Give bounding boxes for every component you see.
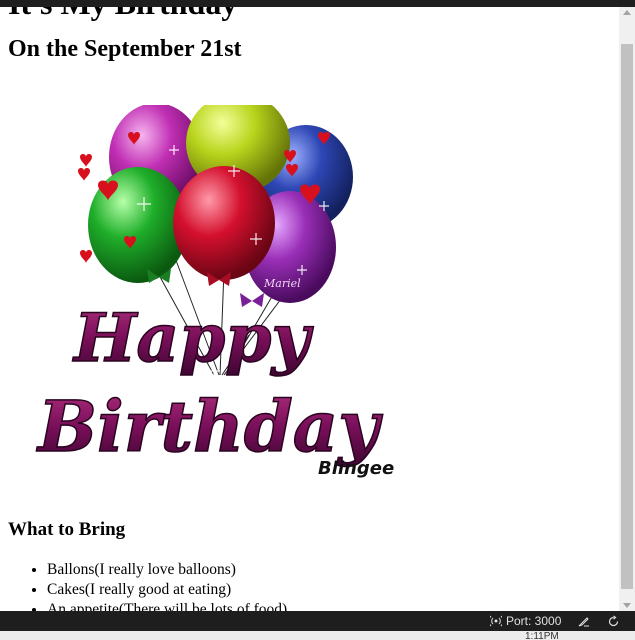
window-top-bar (0, 0, 635, 7)
birthday-image: Mariel Happy Birthday Blingee (24, 93, 424, 495)
document-content: It's My Birthday On the September 21st (8, 7, 608, 611)
list-item: Ballons(I really love balloons) (47, 560, 287, 580)
broadcast-icon (490, 615, 502, 627)
happy-text: Happy (72, 299, 314, 377)
bring-list: Ballons(I really love balloons) Cakes(I … (8, 560, 287, 611)
feedback-icon (578, 616, 589, 626)
list-item: An appetite(There will be lots of food) (47, 600, 287, 611)
scrollbar-thumb[interactable] (621, 44, 633, 589)
vertical-scrollbar[interactable] (619, 7, 635, 611)
blingee-logo: Blingee (318, 458, 394, 479)
port-status[interactable]: Port: 3000 (490, 611, 561, 631)
scroll-up-arrow-icon[interactable] (623, 10, 631, 15)
notifications-button[interactable] (607, 611, 620, 631)
page-heading: It's My Birthday (8, 7, 608, 22)
taskbar-clock: 1:11PM (525, 631, 559, 640)
status-bar: Port: 3000 (0, 611, 635, 631)
bell-icon (608, 615, 619, 626)
balloon-red (173, 166, 275, 280)
port-label: Port: 3000 (506, 614, 562, 628)
birthday-text: Birthday (36, 385, 383, 468)
feedback-button[interactable] (577, 611, 590, 631)
page-viewport: It's My Birthday On the September 21st (0, 7, 619, 611)
taskbar-strip: 1:11PM (0, 631, 635, 640)
signature-text: Mariel (263, 277, 301, 290)
date-heading: On the September 21st (8, 36, 242, 62)
list-item: Cakes(I really good at eating) (47, 580, 287, 600)
what-to-bring-heading: What to Bring (8, 519, 126, 540)
scroll-down-arrow-icon[interactable] (623, 603, 631, 608)
